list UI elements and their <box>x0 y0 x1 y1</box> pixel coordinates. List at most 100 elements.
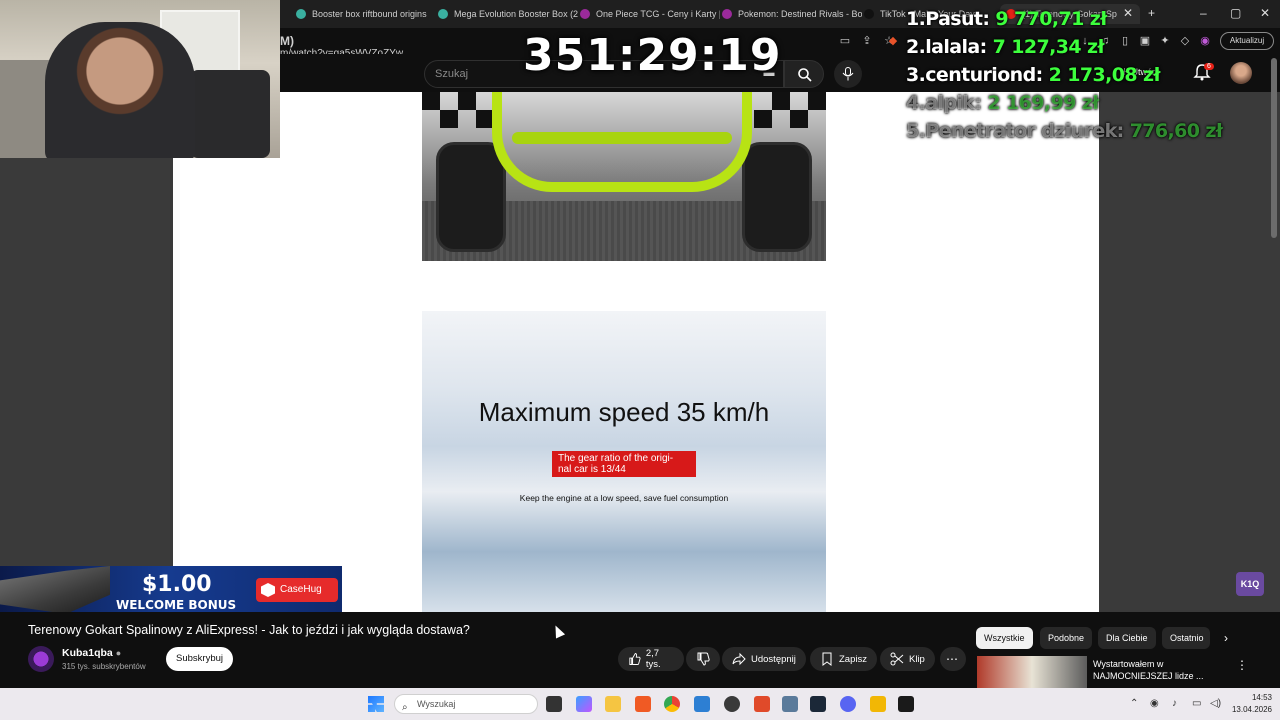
speed-info-image: Maximum speed 35 km/h The gear ratio of … <box>422 311 826 612</box>
windows-taskbar: ⌕ Wyszukaj ⌃ ◉ ♪ ▭ ◁) 14:53 13.04.2026 <box>0 688 1280 720</box>
leaderboard-amount: 2 169,99 zł <box>987 92 1099 114</box>
leaderboard-name: alpik: <box>925 92 982 114</box>
chip-recent[interactable]: Ostatnio <box>1162 627 1210 649</box>
leaderboard-rank: 5. <box>906 120 926 142</box>
search-placeholder: Szukaj <box>435 68 469 80</box>
donation-leaderboard: 1.Pasut: 9 770,71 zł 2.lalala: 7 127,34 … <box>906 8 1276 148</box>
leaderboard-row: 5.Penetrator dziurek: 776,60 zł <box>906 120 1276 148</box>
app-icon[interactable] <box>898 696 914 712</box>
engine-note: Keep the engine at a low speed, save fue… <box>519 493 729 503</box>
tab-favicon <box>438 9 448 19</box>
weapon-skin-image <box>0 566 110 614</box>
dislike-button[interactable] <box>686 647 720 671</box>
tab-favicon <box>296 9 306 19</box>
search-icon: ⌕ <box>402 702 408 713</box>
page-left-margin <box>0 158 173 612</box>
subscriber-count: 315 tys. subskrybentów <box>62 662 146 671</box>
chevron-right-icon[interactable]: › <box>1224 631 1228 645</box>
tray-volume-icon[interactable]: ◁) <box>1210 698 1221 709</box>
like-button[interactable]: 2,7 tys. <box>618 647 684 671</box>
copilot-icon[interactable] <box>576 696 592 712</box>
subscribe-button[interactable]: Subskrybuj <box>166 647 233 671</box>
clip-label: Klip <box>909 653 925 665</box>
tab-label: One Piece TCG - Ceny i Karty | <box>596 9 720 19</box>
leaderboard-amount: 9 770,71 zł <box>995 8 1107 30</box>
channel-name-text: Kuba1qba <box>62 647 113 659</box>
task-view-icon[interactable] <box>546 696 562 712</box>
browser-tab[interactable]: Mega Evolution Booster Box (2 <box>438 4 578 24</box>
leaderboard-row: 3.centuriond: 2 173,08 zł <box>906 64 1276 92</box>
chip-for-you[interactable]: Dla Ciebie <box>1098 627 1156 649</box>
obs-icon[interactable] <box>724 696 740 712</box>
brand-name: CaseHug <box>280 584 322 595</box>
browser-tab[interactable]: One Piece TCG - Ceny i Karty | <box>580 4 720 24</box>
microphone-icon <box>842 67 854 81</box>
streamer-webcam <box>0 0 280 158</box>
leaderboard-rank: 2. <box>906 36 926 58</box>
tray-app-icon[interactable]: ◉ <box>1150 698 1159 709</box>
leaderboard-amount: 776,60 zł <box>1129 120 1223 142</box>
brave-shield-icon[interactable]: ◆ <box>886 34 900 48</box>
tray-mic-icon[interactable]: ♪ <box>1172 698 1177 709</box>
brave-browser-icon[interactable] <box>635 696 651 712</box>
chip-similar[interactable]: Podobne <box>1040 627 1093 649</box>
channel-avatar[interactable] <box>28 646 54 672</box>
clock-date[interactable]: 13.04.2026 <box>1226 705 1272 714</box>
tab-label: Mega Evolution Booster Box (2 <box>454 9 578 19</box>
like-count: 2,7 tys. <box>645 648 661 670</box>
voice-search-button[interactable] <box>834 60 862 88</box>
leaderboard-name: Penetrator dziurek: <box>925 120 1124 142</box>
file-explorer-icon[interactable] <box>605 696 621 712</box>
leaderboard-name: Pasut: <box>925 8 990 30</box>
leaderboard-rank: 3. <box>906 64 926 86</box>
discord-icon[interactable] <box>840 696 856 712</box>
more-vertical-icon[interactable]: ⋮ <box>1236 658 1248 672</box>
tab-label: Booster box riftbound origins <box>312 9 427 19</box>
tray-overflow-icon[interactable]: ⌃ <box>1130 698 1138 709</box>
gokart-image <box>422 92 826 261</box>
clock-time[interactable]: 14:53 <box>1242 693 1272 702</box>
tab-favicon <box>722 9 732 19</box>
chrome-icon[interactable] <box>664 696 680 712</box>
channel-watermark-logo: K1Q <box>1236 572 1264 596</box>
bookmark-icon <box>822 652 832 666</box>
gear-ratio-note: The gear ratio of the origi- nal car is … <box>552 451 696 477</box>
save-button[interactable]: Zapisz <box>810 647 877 671</box>
browser-tab[interactable]: Pokemon: Destined Rivals - Bo <box>722 4 862 24</box>
leaderboard-name: lalala: <box>925 36 987 58</box>
share-button[interactable]: Udostępnij <box>722 647 806 671</box>
leaderboard-row: 4.alpik: 2 169,99 zł <box>906 92 1276 120</box>
windows-start-icon[interactable] <box>368 696 384 712</box>
bonus-amount: $1.00 <box>142 572 212 597</box>
recommended-video-title[interactable]: Wystartowałem w NAJMOCNIEJSZEJ lidze ... <box>1093 658 1223 682</box>
tab-favicon <box>864 9 874 19</box>
cast-icon[interactable]: ▭ <box>838 34 852 48</box>
page-right-margin <box>1099 92 1280 612</box>
steam-icon[interactable] <box>810 696 826 712</box>
brave-active-icon[interactable] <box>754 696 770 712</box>
subathon-timer: 351:29:19 <box>523 30 782 81</box>
store-icon[interactable] <box>694 696 710 712</box>
casehug-ad-banner: $1.00 WELCOME BONUS CaseHug <box>0 566 342 614</box>
scissors-icon <box>890 652 904 666</box>
tray-display-icon[interactable]: ▭ <box>1192 698 1201 709</box>
verified-icon: ● <box>115 648 122 658</box>
tab-label: Pokemon: Destined Rivals - Bo <box>738 9 862 19</box>
search-button[interactable] <box>784 60 824 88</box>
recommended-video-thumbnail[interactable] <box>977 656 1087 688</box>
leaderboard-rank: 4. <box>906 92 926 114</box>
taskbar-search-input[interactable]: ⌕ Wyszukaj <box>394 694 538 714</box>
leaderboard-row: 1.Pasut: 9 770,71 zł <box>906 8 1276 36</box>
share-arrow-icon <box>732 652 746 666</box>
channel-name[interactable]: Kuba1qba ● <box>62 647 121 659</box>
share-page-icon[interactable]: ⇪ <box>860 34 874 48</box>
taskbar-search-placeholder: Wyszukaj <box>417 699 456 709</box>
chip-all[interactable]: Wszystkie <box>976 627 1033 649</box>
more-actions-button[interactable]: ⋯ <box>940 647 966 671</box>
clip-button[interactable]: Klip <box>880 647 935 671</box>
share-label: Udostępnij <box>751 653 796 665</box>
calculator-icon[interactable] <box>782 696 798 712</box>
casehug-hex-icon <box>261 583 275 597</box>
browser-tab[interactable]: Booster box riftbound origins <box>296 4 436 24</box>
rockstar-icon[interactable] <box>870 696 886 712</box>
